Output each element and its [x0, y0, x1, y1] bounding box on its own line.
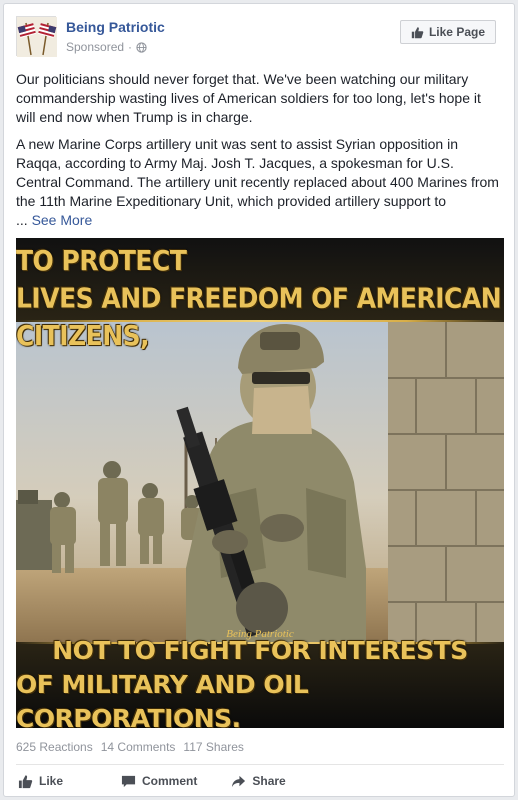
like-page-button[interactable]: Like Page — [399, 20, 496, 44]
separator-dot: · — [128, 40, 133, 54]
post-paragraph-2-text: A new Marine Corps artillery unit was se… — [16, 136, 499, 209]
like-label: Like — [39, 774, 64, 788]
share-button[interactable]: Share — [231, 768, 286, 794]
post-paragraph-1: Our politicians should never forget that… — [16, 71, 481, 125]
meme-bottom-line-2: OF MILITARY AND OIL CORPORATIONS. — [16, 670, 309, 728]
comment-label: Comment — [142, 774, 198, 788]
post-body: Our politicians should never forget that… — [16, 70, 500, 238]
comments-count[interactable]: 14 Comments — [101, 740, 176, 758]
reactions-count[interactable]: 625 Reactions — [16, 740, 93, 758]
sponsored-line: Sponsored · — [66, 40, 147, 54]
meme-top-line-2: LIVES AND FREEDOM OF AMERICAN CITIZENS, — [16, 282, 502, 352]
meme-bottom-line-1: NOT TO FIGHT FOR INTERESTS — [52, 636, 468, 665]
meme-bottom-caption: NOT TO FIGHT FOR INTERESTS OF MILITARY A… — [16, 636, 504, 728]
globe-icon[interactable] — [136, 41, 147, 53]
flags-avatar-icon — [17, 17, 57, 57]
engagement-bar: 625 Reactions 14 Comments 117 Shares — [16, 740, 504, 758]
like-button[interactable]: Like — [18, 768, 63, 794]
page-avatar[interactable] — [16, 16, 57, 57]
like-page-label: Like Page — [428, 25, 485, 39]
share-arrow-icon — [232, 775, 246, 787]
comment-icon — [121, 775, 136, 787]
post-header: Being Patriotic Sponsored · Like Page — [16, 16, 504, 64]
thumbs-up-icon — [18, 774, 33, 788]
comment-button[interactable]: Comment — [121, 768, 197, 794]
meme-top-line-1: THE AMERICAN SOLDIER SERVES TO PROTECT — [16, 238, 463, 277]
actions-divider — [16, 764, 504, 765]
sponsored-label[interactable]: Sponsored — [66, 40, 124, 54]
meme-top-caption: THE AMERICAN SOLDIER SERVES TO PROTECT L… — [16, 238, 504, 352]
post-paragraph-2: A new Marine Corps artillery unit was se… — [16, 135, 500, 230]
post-image[interactable]: THE AMERICAN SOLDIER SERVES TO PROTECT L… — [16, 238, 504, 728]
page-name-link[interactable]: Being Patriotic — [66, 19, 165, 35]
post-card: Being Patriotic Sponsored · Like Page Ou… — [3, 3, 515, 797]
thumbs-up-icon — [411, 26, 424, 38]
post-actions: Like Comment Share — [16, 768, 504, 794]
see-more-link[interactable]: See More — [32, 212, 93, 228]
share-label: Share — [252, 774, 286, 788]
ellipsis: ... — [16, 212, 28, 228]
shares-count[interactable]: 117 Shares — [183, 740, 244, 758]
